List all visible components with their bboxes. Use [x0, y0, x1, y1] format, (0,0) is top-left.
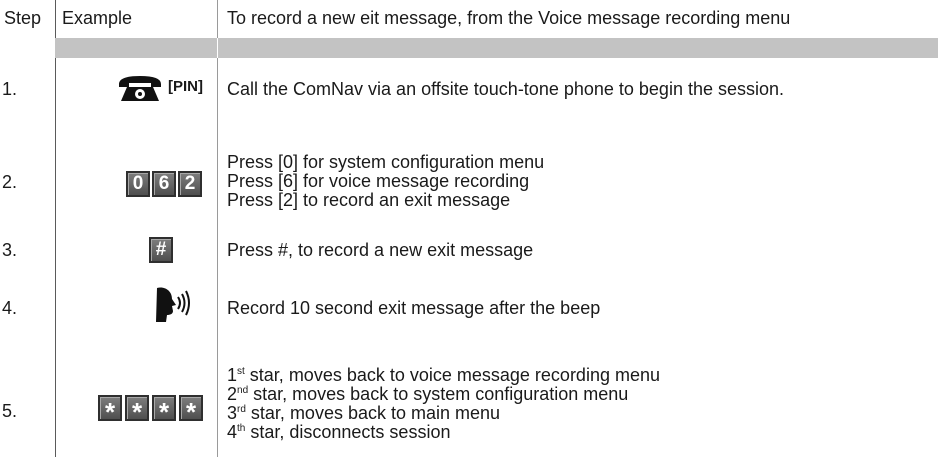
row-2-line-1: Press [0] for system configuration menu	[227, 152, 545, 172]
ordinal-number: 2	[227, 384, 238, 404]
keypad-key-2: 2	[178, 171, 202, 197]
column-divider-example	[217, 0, 218, 457]
line-text: star, moves back to system configuration…	[248, 384, 629, 404]
keypad-key-star-2: *	[125, 395, 149, 427]
ordinal-number: 1	[227, 365, 238, 385]
row-2-line-2: Press [6] for voice message recording	[227, 171, 530, 191]
ordinal-number: 3	[227, 403, 238, 423]
header-example: Example	[62, 8, 133, 28]
row-3-keypad-sequence: #	[149, 237, 175, 263]
row-3-step: 3.	[2, 240, 18, 260]
keypad-key-hash: #	[149, 237, 173, 263]
keypad-key-6: 6	[152, 171, 176, 197]
ordinal-number: 4	[227, 422, 238, 442]
row-5-line-4: 4th star, disconnects session	[227, 422, 450, 442]
line-text: star, moves back to voice message record…	[244, 365, 660, 385]
row-4-line-1: Record 10 second exit message after the …	[227, 298, 601, 318]
keypad-key-0: 0	[126, 171, 150, 197]
column-divider-step	[55, 0, 56, 457]
keypad-key-star-1: *	[98, 395, 122, 427]
header-step: Step	[4, 8, 42, 28]
keypad-key-star-4: *	[179, 395, 203, 427]
line-text: star, disconnects session	[245, 422, 451, 442]
pin-label: [PIN]	[168, 78, 203, 95]
row-5-line-1: 1st star, moves back to voice message re…	[227, 365, 660, 385]
row-5-line-2: 2nd star, moves back to system configura…	[227, 384, 628, 404]
row-3-line-1: Press #, to record a new exit message	[227, 240, 534, 260]
row-5-step: 5.	[2, 401, 18, 421]
header-band-gap	[217, 38, 218, 58]
row-4-step: 4.	[2, 298, 18, 318]
row-1-example: [PIN]	[117, 74, 217, 102]
line-text: star, moves back to main menu	[245, 403, 501, 423]
keypad-key-star-3: *	[152, 395, 176, 427]
speaking-head-icon	[156, 287, 190, 322]
ordinal-suffix: nd	[237, 385, 249, 396]
row-2-keypad-sequence: 0 6 2	[126, 171, 206, 197]
row-1-line-1: Call the ComNav via an offsite touch-ton…	[227, 79, 785, 99]
header-band	[55, 38, 938, 58]
ordinal-suffix: rd	[237, 404, 246, 415]
row-2-step: 2.	[2, 172, 18, 192]
row-1-step: 1.	[2, 79, 18, 99]
header-description: To record a new eit message, from the Vo…	[227, 8, 791, 28]
row-2-line-3: Press [2] to record an exit message	[227, 190, 511, 210]
row-5-line-3: 3rd star, moves back to main menu	[227, 403, 500, 423]
ordinal-suffix: st	[237, 366, 245, 377]
telephone-icon	[119, 76, 161, 101]
row-5-keypad-sequence: * * * *	[98, 395, 208, 427]
